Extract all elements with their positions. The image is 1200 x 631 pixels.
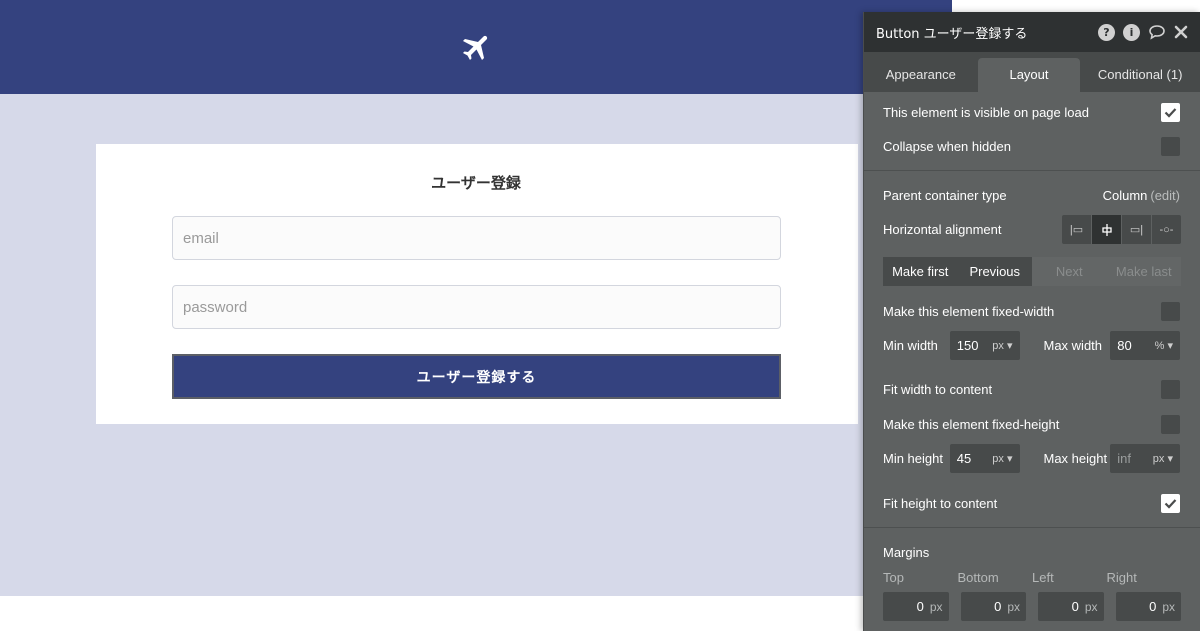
- min-height-value: 45: [956, 451, 972, 466]
- email-input[interactable]: [172, 216, 781, 260]
- info-icon[interactable]: i: [1123, 23, 1140, 41]
- signup-button[interactable]: ユーザー登録する: [172, 354, 781, 399]
- check-icon: [1164, 498, 1177, 509]
- visible-on-load-checkbox[interactable]: [1161, 102, 1180, 122]
- margin-top-input[interactable]: 0 px: [883, 592, 949, 621]
- max-width-input[interactable]: 80 % ▾: [1110, 331, 1180, 360]
- fixed-width-checkbox[interactable]: [1161, 301, 1180, 321]
- airplane-icon: [462, 35, 488, 61]
- min-height-input[interactable]: 45 px ▾: [949, 444, 1020, 473]
- align-distribute-icon[interactable]: -○-: [1151, 215, 1181, 244]
- min-width-input[interactable]: 150 px ▾: [949, 331, 1020, 360]
- panel-header-icons: ? i: [1098, 23, 1188, 41]
- tab-layout[interactable]: Layout: [977, 58, 1081, 92]
- fixed-width-label: Make this element fixed-width: [883, 303, 1055, 319]
- min-height-unit-dropdown[interactable]: px ▾: [992, 452, 1012, 465]
- margin-left-value: 0: [1071, 599, 1079, 614]
- margin-left-unit: px: [1084, 599, 1098, 614]
- app-header: [0, 0, 952, 94]
- previous-button[interactable]: Previous: [957, 257, 1032, 286]
- property-editor-panel: Button ユーザー登録する ? i Appearance Layout Co…: [863, 12, 1200, 631]
- margin-right-input[interactable]: 0 px: [1115, 592, 1181, 621]
- make-first-button[interactable]: Make first: [883, 257, 958, 286]
- divider: [864, 527, 1200, 528]
- margin-right-unit: px: [1162, 599, 1175, 614]
- margins-title-row: Margins: [883, 542, 1180, 562]
- margin-left-input[interactable]: 0 px: [1038, 592, 1104, 621]
- margin-bottom-input[interactable]: 0 px: [960, 592, 1026, 621]
- parent-container-row: Parent container type Column (edit): [883, 185, 1180, 205]
- margin-left-label: Left: [1032, 570, 1054, 585]
- max-height-input[interactable]: inf px ▾: [1110, 444, 1180, 473]
- help-icon[interactable]: ?: [1098, 23, 1115, 41]
- panel-header[interactable]: Button ユーザー登録する ? i: [864, 12, 1200, 52]
- fixed-height-label: Make this element fixed-height: [883, 416, 1060, 432]
- fit-width-label: Fit width to content: [883, 381, 993, 397]
- max-width-unit-dropdown[interactable]: % ▾: [1155, 339, 1173, 352]
- align-center-icon[interactable]: [1091, 215, 1121, 244]
- signup-title: ユーザー登録: [431, 174, 521, 192]
- panel-title: Button ユーザー登録する: [876, 26, 1028, 42]
- parent-container-label: Parent container type: [883, 187, 1007, 203]
- margin-top-label: Top: [883, 570, 904, 585]
- fit-height-checkbox[interactable]: [1161, 493, 1180, 513]
- visible-on-load-label: This element is visible on page load: [883, 104, 1089, 120]
- max-height-label: Max height: [1043, 451, 1108, 466]
- min-width-value: 150: [956, 338, 979, 353]
- max-height-placeholder: inf: [1117, 451, 1131, 466]
- horizontal-alignment-label: Horizontal alignment: [883, 221, 1002, 237]
- height-row: Min height 45 px ▾ Max height inf px ▾: [883, 444, 1180, 473]
- min-width-label: Min width: [883, 338, 938, 353]
- signup-card: ユーザー登録 ユーザー登録する: [96, 144, 858, 424]
- element-order-group: Make first Previous Next Make last: [883, 257, 1181, 286]
- fixed-width-row: Make this element fixed-width: [883, 301, 1180, 321]
- panel-tabs: Appearance Layout Conditional (1): [864, 52, 1200, 92]
- next-button[interactable]: Next: [1032, 257, 1107, 286]
- check-icon: [1164, 107, 1177, 118]
- close-icon[interactable]: [1174, 24, 1188, 41]
- margin-top-unit: px: [929, 599, 943, 614]
- width-row: Min width 150 px ▾ Max width 80 % ▾: [883, 331, 1180, 360]
- horizontal-alignment-group: |▭ ▭| -○-: [1062, 215, 1181, 244]
- margin-inputs: 0 px 0 px 0 px 0 px: [883, 592, 1181, 621]
- max-width-label: Max width: [1043, 338, 1103, 353]
- min-height-label: Min height: [883, 451, 943, 466]
- fixed-height-row: Make this element fixed-height: [883, 414, 1180, 434]
- margin-bottom-unit: px: [1007, 599, 1020, 614]
- horizontal-alignment-row: Horizontal alignment: [883, 219, 1060, 239]
- fit-height-label: Fit height to content: [883, 495, 998, 511]
- margin-bottom-value: 0: [994, 599, 1002, 614]
- margin-top-value: 0: [916, 599, 924, 614]
- margin-labels: Top Bottom Left Right: [883, 570, 1181, 585]
- margin-bottom-label: Bottom: [957, 570, 999, 585]
- fit-width-checkbox[interactable]: [1161, 379, 1180, 399]
- margin-right-value: 0: [1149, 599, 1157, 614]
- align-right-icon[interactable]: ▭|: [1121, 215, 1151, 244]
- margin-right-label: Right: [1106, 570, 1137, 585]
- min-width-unit-dropdown[interactable]: px ▾: [992, 339, 1012, 352]
- visible-on-load-row: This element is visible on page load: [883, 102, 1180, 122]
- collapse-hidden-row: Collapse when hidden: [883, 136, 1180, 156]
- fixed-height-checkbox[interactable]: [1161, 414, 1180, 434]
- fit-height-row: Fit height to content: [883, 493, 1180, 513]
- align-left-icon[interactable]: |▭: [1062, 215, 1091, 244]
- fit-width-row: Fit width to content: [883, 379, 1180, 399]
- parent-container-edit-link[interactable]: (edit): [1150, 188, 1180, 203]
- margins-title: Margins: [883, 544, 930, 560]
- max-height-unit-dropdown[interactable]: px ▾: [1153, 452, 1173, 465]
- password-input[interactable]: [172, 285, 781, 329]
- collapse-hidden-checkbox[interactable]: [1161, 136, 1180, 156]
- max-width-value: 80: [1117, 338, 1132, 353]
- tab-appearance[interactable]: Appearance: [864, 58, 978, 92]
- tab-conditional[interactable]: Conditional (1): [1080, 58, 1200, 92]
- make-last-button[interactable]: Make last: [1106, 257, 1181, 286]
- comment-icon[interactable]: [1148, 24, 1166, 41]
- parent-container-value: Column: [1102, 187, 1148, 203]
- collapse-hidden-label: Collapse when hidden: [883, 138, 1011, 154]
- divider: [864, 170, 1200, 171]
